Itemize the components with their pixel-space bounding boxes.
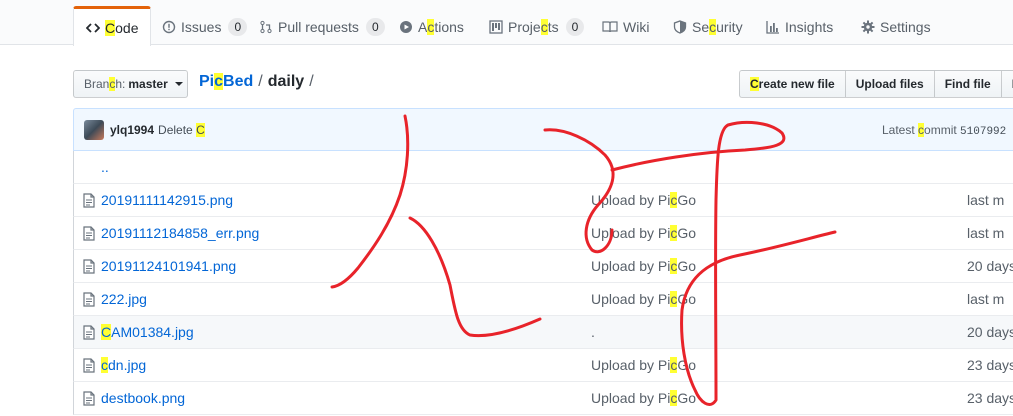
- commit-message[interactable]: Upload by PicGo: [591, 291, 696, 307]
- file-icon: [83, 391, 95, 409]
- find-file-button[interactable]: Find file: [933, 70, 1002, 98]
- file-icon: [83, 193, 95, 211]
- tab-label: Issues: [181, 18, 222, 35]
- list-item[interactable]: 20191112184858_err.png Upload by PicGo las…: [73, 217, 1013, 250]
- commit-author[interactable]: ylq1994: [110, 123, 154, 137]
- file-icon: [83, 259, 95, 277]
- issues-counter: 0: [228, 17, 248, 36]
- breadcrumb-separator: /: [258, 73, 263, 90]
- list-item[interactable]: 20191111142915.png Upload by PicGo last m: [73, 184, 1013, 217]
- commit-age: 20 days: [967, 324, 1013, 340]
- play-icon: [400, 20, 412, 33]
- commit-age: 23 days: [967, 357, 1013, 373]
- file-name-link[interactable]: 20191111142915.png: [101, 192, 233, 208]
- tab-security[interactable]: Security: [673, 8, 743, 45]
- commit-age: 23 days: [967, 390, 1013, 406]
- branch-label: Branch:: [84, 77, 126, 91]
- list-item[interactable]: 20191124101941.png Upload by PicGo 20 days: [73, 250, 1013, 283]
- tab-label: Settings: [880, 18, 931, 35]
- commit-message[interactable]: Delete C: [158, 122, 205, 137]
- tab-label: Wiki: [623, 18, 650, 35]
- branch-name: master: [128, 77, 168, 91]
- file-actions-group: Create new file Upload files Find file H…: [739, 70, 1013, 98]
- file-name-link[interactable]: cdn.jpg: [101, 357, 146, 373]
- commit-message[interactable]: Upload by PicGo: [591, 390, 696, 406]
- commit-message[interactable]: Upload by PicGo: [591, 225, 696, 241]
- latest-commit-label: Latest commit 5107992: [882, 123, 1007, 138]
- create-new-file-button[interactable]: Create new file: [739, 70, 846, 98]
- file-name-link[interactable]: 20191124101941.png: [101, 258, 236, 274]
- file-name-link[interactable]: 222.jpg: [101, 291, 147, 307]
- gear-icon: [861, 20, 875, 33]
- caret-down-icon: [174, 82, 183, 86]
- list-item[interactable]: CAM01384.jpg. 20 days: [73, 316, 1013, 349]
- history-button[interactable]: Hi: [1000, 70, 1013, 98]
- breadcrumb-trailing-separator: /: [309, 73, 314, 90]
- file-list: .. 20191111142915.png Upload by PicGo last…: [73, 151, 1013, 415]
- commit-message[interactable]: Upload by PicGo: [591, 258, 696, 274]
- book-icon: [602, 20, 618, 32]
- commit-message[interactable]: Upload by PicGo: [591, 192, 696, 208]
- file-icon: [83, 358, 95, 376]
- commit-message[interactable]: Upload by PicGo: [591, 357, 696, 373]
- file-icon: [83, 226, 95, 244]
- shield-icon: [673, 19, 687, 34]
- list-item[interactable]: 222.jpg Upload by PicGo last m: [73, 283, 1013, 316]
- tab-label: Projects: [508, 18, 559, 35]
- avatar[interactable]: [84, 119, 104, 140]
- file-name-link[interactable]: 20191112184858_err.png: [101, 225, 259, 241]
- list-item-parent-dir[interactable]: ..: [73, 151, 1013, 184]
- commit-age: last m: [967, 291, 1005, 307]
- tab-pull-requests[interactable]: Pull requests 0: [259, 8, 385, 45]
- commit-age: last m: [967, 225, 1005, 241]
- tab-label: Actions: [418, 18, 464, 35]
- repo-tab-bar: Code Issues 0 Pull requests 0 Actions Pr…: [0, 0, 1013, 46]
- list-item[interactable]: cdn.jpg Upload by PicGo 23 days: [73, 349, 1013, 382]
- tab-projects[interactable]: Projects 0: [489, 8, 585, 45]
- latest-commit-bar: ylq1994 Delete C Latest commit 5107992: [73, 108, 1013, 151]
- graph-icon: [766, 20, 779, 34]
- tab-wiki[interactable]: Wiki: [602, 8, 649, 45]
- file-icon: [83, 292, 95, 310]
- projects-counter: 0: [565, 17, 585, 36]
- breadcrumb-current-dir: daily: [267, 73, 305, 90]
- commit-age: 20 days: [967, 258, 1013, 274]
- project-icon: [489, 19, 503, 34]
- file-name-link[interactable]: CAM01384.jpg: [101, 324, 194, 340]
- pull-requests-counter: 0: [365, 17, 385, 36]
- commit-message[interactable]: .: [591, 324, 595, 340]
- breadcrumb: PicBed / daily /: [199, 73, 319, 91]
- tab-label: Code: [105, 19, 139, 36]
- tab-actions[interactable]: Actions: [399, 8, 464, 45]
- tab-settings[interactable]: Settings: [861, 8, 931, 45]
- tab-issues[interactable]: Issues 0: [162, 8, 248, 45]
- tab-label: Pull requests: [278, 18, 359, 35]
- code-icon: [86, 22, 100, 33]
- tab-code[interactable]: Code: [73, 6, 152, 46]
- branch-select-button[interactable]: Branch: master: [73, 70, 188, 98]
- commit-age: last m: [967, 192, 1005, 208]
- tab-label: Security: [692, 18, 743, 35]
- breadcrumb-repo-link[interactable]: PicBed: [199, 73, 253, 90]
- commit-sha[interactable]: 5107992: [960, 126, 1006, 138]
- tab-label: Insights: [785, 18, 834, 35]
- issue-icon: [162, 20, 176, 33]
- list-item[interactable]: destbook.png Upload by PicGo 23 days: [73, 382, 1013, 415]
- pull-request-icon: [260, 20, 272, 33]
- upload-files-button[interactable]: Upload files: [844, 70, 935, 98]
- tab-insights[interactable]: Insights: [766, 8, 833, 45]
- file-name-link[interactable]: destbook.png: [101, 390, 185, 406]
- file-icon: [83, 325, 95, 343]
- parent-dir-link[interactable]: ..: [101, 159, 109, 175]
